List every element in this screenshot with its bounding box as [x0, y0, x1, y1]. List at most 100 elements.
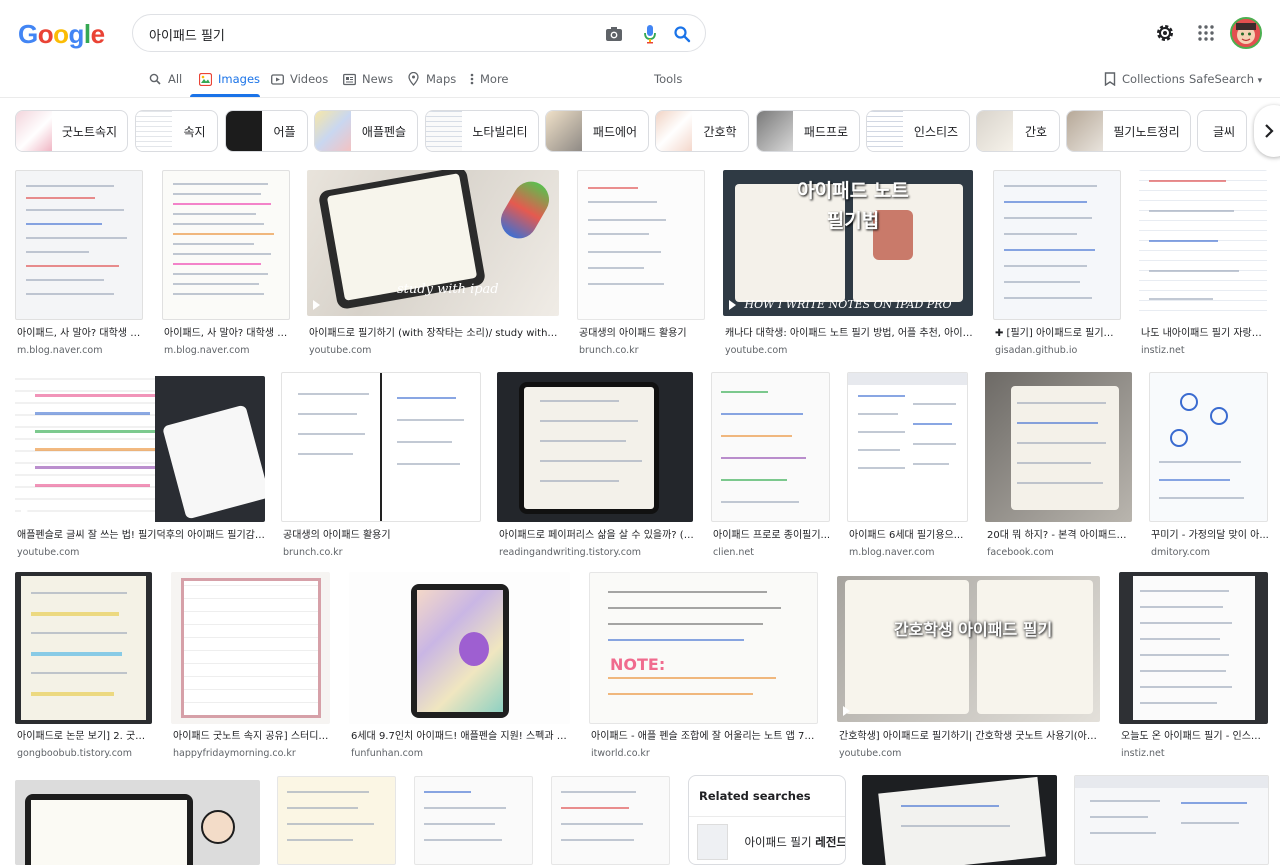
result-source: clien.net [713, 547, 754, 558]
chips-next-button[interactable] [1254, 105, 1280, 157]
image-result[interactable] [277, 776, 397, 865]
chip[interactable]: 간호 [976, 110, 1060, 152]
related-search-thumbnail [697, 823, 729, 860]
related-search-item[interactable]: 아이패드 필기 레전드 [689, 816, 845, 864]
safesearch-label: SafeSearch [1189, 72, 1254, 86]
image-result[interactable]: 아이패드, 사 말아? 대학생 아... m.blog.naver.com [15, 170, 143, 360]
result-source: youtube.com [17, 547, 80, 558]
camera-icon[interactable] [603, 23, 625, 45]
result-title: 아이패드로 논문 보기] 2. 굿노... [17, 731, 153, 742]
result-title: 20대 뭐 하지? - 본격 아이패드로 ... [987, 530, 1133, 541]
image-result[interactable]: 아이패드 굿노트 속지 공유] 스터디 ... happyfridaymorni… [171, 572, 331, 762]
image-result[interactable]: 20대 뭐 하지? - 본격 아이패드로 ... facebook.com [985, 372, 1133, 558]
chip[interactable]: 패드프로 [756, 110, 860, 152]
image-result[interactable] [862, 775, 1058, 865]
result-thumbnail [497, 372, 693, 522]
result-title: 아이패드 6세대 필기용으... [849, 530, 964, 541]
chip-label: 인스티즈 [913, 124, 959, 139]
result-thumbnail [15, 376, 265, 522]
tab-maps[interactable]: Maps [406, 68, 456, 98]
chip-thumbnail [315, 111, 351, 151]
image-result[interactable]: 아이패드 프로로 종이필기... clien.net [711, 372, 831, 558]
image-result[interactable]: 애플펜슬로 글씨 잘 쓰는 법! 필기덕후의 아이패드 필기감 최... you… [15, 376, 265, 558]
chip-thumbnail [757, 111, 793, 151]
result-source: instiz.net [1141, 345, 1185, 356]
result-title: 6세대 9.7인치 아이패드! 애플펜슬 지원! 스펙과 가격! [351, 731, 571, 742]
apps-grid-icon[interactable] [1194, 21, 1218, 45]
image-result[interactable]: 아이패드 노트 필기법 HOW I WRITE NOTES ON IPAD PR… [723, 170, 975, 360]
chip[interactable]: 속지 [135, 110, 218, 152]
tools-button[interactable]: Tools [654, 72, 682, 86]
thumb-overlay-text: study with ipad [397, 282, 499, 297]
image-result[interactable] [15, 780, 261, 865]
image-result[interactable]: 꾸미기 - 가정의달 맞이 아... dmitory.com [1149, 372, 1269, 558]
safesearch-button[interactable]: SafeSearch ▾ [1189, 72, 1262, 86]
image-result[interactable]: 오늘도 온 아이패드 필기 - 인스티... instiz.net [1119, 572, 1269, 762]
chip-label: 어플 [273, 124, 296, 139]
chip[interactable]: 애플펜슬 [314, 110, 418, 152]
chip[interactable]: 굿노트속지 [15, 110, 128, 152]
tab-videos[interactable]: Videos [270, 68, 328, 98]
image-result[interactable]: 아이패드 6세대 필기용으... m.blog.naver.com [847, 372, 969, 558]
result-source: brunch.co.kr [579, 345, 639, 356]
tab-label: Images [218, 72, 261, 86]
image-result[interactable]: 아이패드, 사 말아? 대학생 아... m.blog.naver.com [162, 170, 290, 360]
image-result[interactable]: 아이패드로 페이퍼리스 삶을 살 수 있을까? (아... readingand… [497, 372, 694, 558]
result-thumbnail [1074, 775, 1269, 865]
result-source: m.blog.naver.com [849, 547, 935, 558]
chip[interactable]: 노타빌리티 [425, 110, 539, 152]
image-result[interactable]: NOTE: 아이패드 - 애플 펜슬 조합에 잘 어울리는 노트 앱 7종 ..… [589, 572, 819, 762]
image-result[interactable]: 공대생의 아이패드 활용기 brunch.co.kr [281, 372, 481, 558]
tab-news[interactable]: News [342, 68, 393, 98]
image-result[interactable]: 간호학생 아이패드 필기 간호학생] 아이패드로 필기하기| 간호학생 굿노트 … [837, 576, 1101, 762]
image-result[interactable]: 공대생의 아이패드 활용기 brunch.co.kr [577, 170, 705, 360]
news-icon [342, 72, 356, 86]
logo-letter: l [83, 19, 91, 49]
chip-label: 간호학 [703, 124, 737, 139]
tab-label: Videos [290, 72, 329, 86]
search-input[interactable] [149, 24, 569, 44]
image-result[interactable]: ✚ [필기] 아이패드로 필기는 ... gisadan.github.io [993, 170, 1121, 360]
chip[interactable]: 패드에어 [545, 110, 649, 152]
image-result[interactable] [1074, 775, 1270, 865]
collections-button[interactable]: Collections [1104, 72, 1185, 86]
image-icon [198, 72, 212, 86]
result-title: 아이패드, 사 말아? 대학생 아... [164, 328, 290, 339]
image-result[interactable]: study with ipad 아이패드로 필기하기 (with 장작타는 소리… [307, 170, 559, 360]
image-result[interactable] [551, 776, 671, 865]
play-icon [21, 506, 28, 516]
result-thumbnail [15, 780, 260, 865]
result-thumbnail [711, 372, 830, 522]
result-thumbnail [349, 572, 570, 724]
logo-letter: g [68, 19, 85, 49]
image-result[interactable]: 아이패드로 논문 보기] 2. 굿노... gongboobub.tistory… [15, 572, 153, 762]
search-icon[interactable] [671, 23, 693, 45]
result-title: 아이패드 - 애플 펜슬 조합에 잘 어울리는 노트 앱 7종 ... [591, 731, 819, 742]
gear-icon[interactable] [1153, 21, 1177, 45]
chip[interactable]: 글씨 [1197, 110, 1247, 152]
result-thumbnail [414, 776, 533, 865]
result-source: youtube.com [309, 345, 372, 356]
logo-letter: G [18, 19, 38, 49]
tab-all[interactable]: All [148, 68, 182, 98]
result-title: 꾸미기 - 가정의달 맞이 아... [1151, 530, 1269, 541]
result-title: 공대생의 아이패드 활용기 [579, 328, 687, 339]
chip[interactable]: 간호학 [655, 110, 749, 152]
related-searches-panel: Related searches 아이패드 필기 레전드 [688, 775, 846, 865]
result-thumbnail: 간호학생 아이패드 필기 [837, 576, 1100, 722]
tab-more[interactable]: More [468, 68, 509, 98]
image-result[interactable]: 6세대 9.7인치 아이패드! 애플펜슬 지원! 스펙과 가격! funfunh… [349, 572, 571, 762]
chip[interactable]: 필기노트정리 [1066, 110, 1191, 152]
microphone-icon[interactable] [639, 23, 661, 45]
google-logo[interactable]: Google [18, 19, 105, 50]
image-result[interactable] [414, 776, 534, 865]
video-icon [270, 72, 284, 86]
avatar[interactable] [1230, 17, 1262, 49]
map-pin-icon [406, 72, 420, 86]
chip[interactable]: 어플 [225, 110, 308, 152]
chip[interactable]: 인스티즈 [866, 110, 970, 152]
image-result[interactable]: 나도 내아이패드 필기 자랑할... instiz.net [1139, 170, 1267, 360]
chevron-right-icon [1265, 124, 1274, 138]
result-source: dmitory.com [1151, 547, 1210, 558]
chip-label: 애플펜슬 [361, 124, 407, 139]
